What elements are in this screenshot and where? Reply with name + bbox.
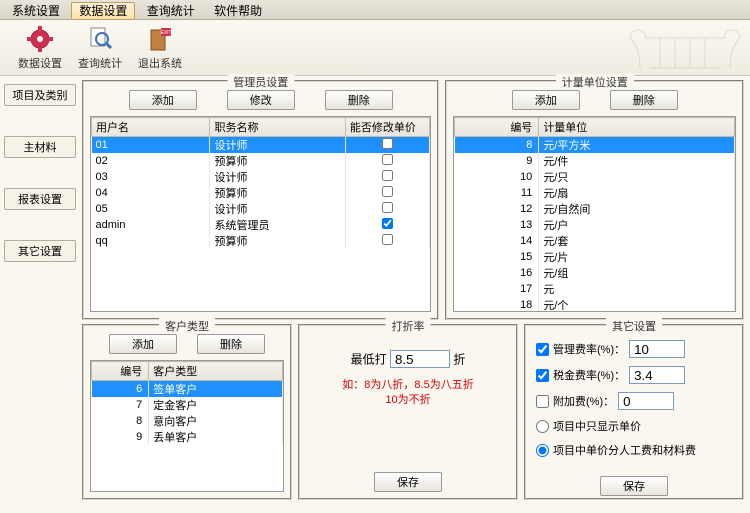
panel-other: 其它设置 管理费率(%)： 税金费率(%)： 附加费(%)： 项目中只显示单价 … xyxy=(524,324,744,500)
panel-units: 计量单位设置 添加 删除 编号 计量单位 8元/平方米9元/件10元/只11元/… xyxy=(445,80,744,320)
units-grid[interactable]: 编号 计量单位 8元/平方米9元/件10元/只11元/扇12元/自然间13元/户… xyxy=(453,116,736,312)
mgmt-input[interactable] xyxy=(629,340,685,358)
admin-grid[interactable]: 用户名 职务名称 能否修改单价 01设计师02预算师03设计师04预算师05设计… xyxy=(90,116,431,312)
cust-add[interactable]: 添加 xyxy=(109,334,177,354)
toolbar-exit[interactable]: EXIT 退出系统 xyxy=(130,24,190,71)
menu-system[interactable]: 系统设置 xyxy=(4,2,68,20)
table-row[interactable]: 05设计师 xyxy=(92,201,430,217)
toolbar-data-settings[interactable]: 数据设置 xyxy=(10,24,70,71)
table-row[interactable]: admin系统管理员 xyxy=(92,217,430,233)
side-reports[interactable]: 报表设置 xyxy=(4,188,76,210)
table-row[interactable]: 13元/户 xyxy=(455,217,735,233)
units-add[interactable]: 添加 xyxy=(512,90,580,110)
toolbar: 数据设置 查询统计 EXIT 退出系统 xyxy=(0,20,750,76)
tax-check[interactable]: 税金费率(%)： xyxy=(536,367,625,383)
other-save[interactable]: 保存 xyxy=(600,476,668,496)
admin-edit[interactable]: 修改 xyxy=(227,90,295,110)
cust-delete[interactable]: 删除 xyxy=(197,334,265,354)
table-row[interactable]: 01设计师 xyxy=(92,137,430,154)
table-row[interactable]: 6签单客户 xyxy=(92,381,283,398)
mgmt-check[interactable]: 管理费率(%)： xyxy=(536,341,625,357)
table-row[interactable]: 9元/件 xyxy=(455,153,735,169)
units-delete[interactable]: 删除 xyxy=(610,90,678,110)
disc-label-pre: 最低打 xyxy=(351,353,387,367)
admin-delete[interactable]: 删除 xyxy=(325,90,393,110)
gear-icon xyxy=(25,24,55,54)
table-row[interactable]: 10元/只 xyxy=(455,169,735,185)
radio-price-split[interactable]: 项目中单价分人工费和材料费 xyxy=(536,442,696,458)
table-row[interactable]: 7定金客户 xyxy=(92,397,283,413)
table-row[interactable]: 11元/扇 xyxy=(455,185,735,201)
table-row[interactable]: 02预算师 xyxy=(92,153,430,169)
disc-save[interactable]: 保存 xyxy=(374,472,442,492)
disc-label-suf: 折 xyxy=(453,353,465,367)
disc-hint: 如：8为八折，8.5为八五折10为不折 xyxy=(312,378,504,409)
add-input[interactable] xyxy=(618,392,674,410)
table-row[interactable]: 9丢单客户 xyxy=(92,429,283,445)
panel-discount: 打折率 最低打 折 如：8为八折，8.5为八五折10为不折 保存 xyxy=(298,324,518,500)
side-other[interactable]: 其它设置 xyxy=(4,240,76,262)
table-row[interactable]: 04预算师 xyxy=(92,185,430,201)
main-area: 管理员设置 添加 修改 删除 用户名 职务名称 能否修改单价 01设计师02预算… xyxy=(80,76,750,513)
table-row[interactable]: 8元/平方米 xyxy=(455,137,735,154)
exit-icon: EXIT xyxy=(145,24,175,54)
table-row[interactable]: qq预算师 xyxy=(92,233,430,249)
table-row[interactable]: 14元/套 xyxy=(455,233,735,249)
table-row[interactable]: 03设计师 xyxy=(92,169,430,185)
table-row[interactable]: 8意向客户 xyxy=(92,413,283,429)
side-materials[interactable]: 主材料 xyxy=(4,136,76,158)
add-check[interactable]: 附加费(%)： xyxy=(536,393,614,409)
menu-query[interactable]: 查询统计 xyxy=(139,2,203,20)
toolbar-query[interactable]: 查询统计 xyxy=(70,24,130,71)
menu-help[interactable]: 软件帮助 xyxy=(206,2,270,20)
content: 项目及类别 主材料 报表设置 其它设置 管理员设置 添加 修改 删除 用户名 职… xyxy=(0,76,750,513)
panel-admin: 管理员设置 添加 修改 删除 用户名 职务名称 能否修改单价 01设计师02预算… xyxy=(82,80,439,320)
svg-text:EXIT: EXIT xyxy=(160,30,171,36)
table-row[interactable]: 15元/片 xyxy=(455,249,735,265)
sidebar: 项目及类别 主材料 报表设置 其它设置 xyxy=(0,76,80,513)
menubar: 系统设置 数据设置 查询统计 软件帮助 xyxy=(0,0,750,20)
decoration-capital xyxy=(620,18,750,76)
table-row[interactable]: 16元/组 xyxy=(455,265,735,281)
magnifier-icon xyxy=(85,24,115,54)
cust-grid[interactable]: 编号 客户类型 6签单客户7定金客户8意向客户9丢单客户 xyxy=(90,360,284,492)
disc-input[interactable] xyxy=(390,350,450,368)
menu-data[interactable]: 数据设置 xyxy=(71,2,135,20)
tax-input[interactable] xyxy=(629,366,685,384)
table-row[interactable]: 18元/个 xyxy=(455,297,735,312)
radio-price-only[interactable]: 项目中只显示单价 xyxy=(536,418,641,434)
table-row[interactable]: 17元 xyxy=(455,281,735,297)
table-row[interactable]: 12元/自然间 xyxy=(455,201,735,217)
panel-customer: 客户类型 添加 删除 编号 客户类型 6签单客户7定金客户8意向客户9丢单客户 xyxy=(82,324,292,500)
admin-add[interactable]: 添加 xyxy=(129,90,197,110)
side-items[interactable]: 项目及类别 xyxy=(4,84,76,106)
